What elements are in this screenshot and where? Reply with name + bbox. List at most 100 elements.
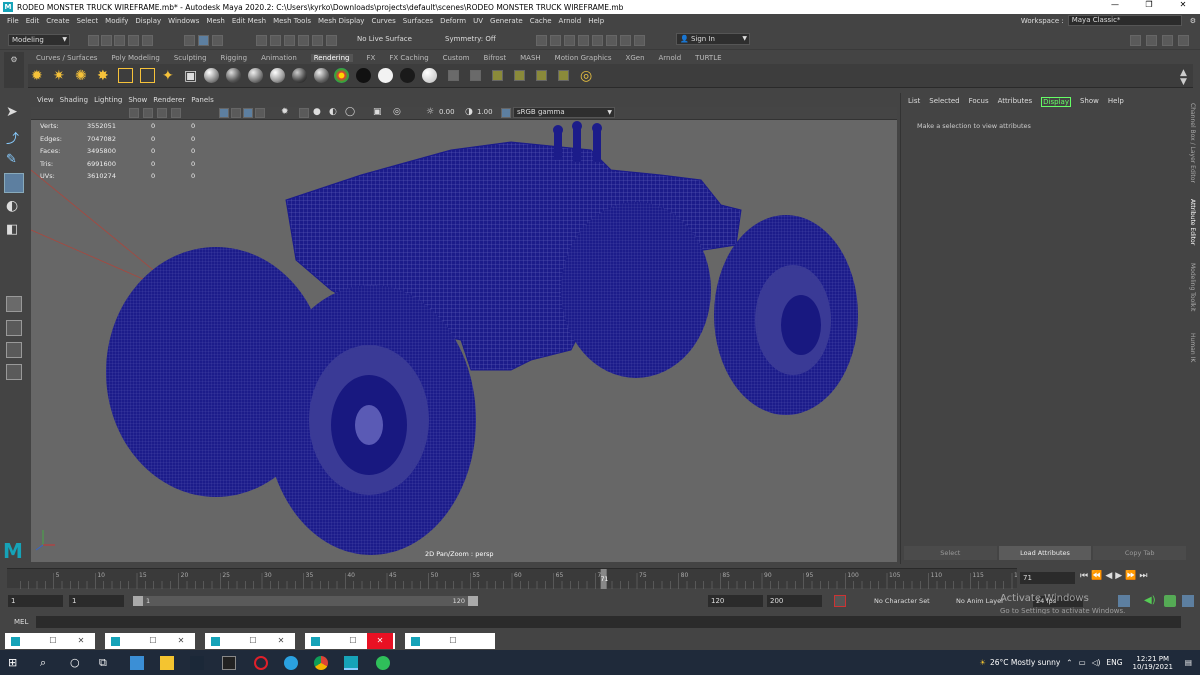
shelf-tab-animation[interactable]: Animation xyxy=(261,54,297,62)
menu-surfaces[interactable]: Surfaces xyxy=(403,17,433,25)
volume-icon[interactable]: ◁) xyxy=(1092,658,1101,667)
area-light-icon[interactable] xyxy=(118,68,133,83)
tool-settings-icon[interactable] xyxy=(1162,35,1173,46)
minimized-window[interactable]: ☐ ✕ xyxy=(5,633,95,649)
menu-deform[interactable]: Deform xyxy=(440,17,466,25)
side-tab-human-ik[interactable]: Human IK xyxy=(1189,333,1196,362)
restore-icon[interactable]: ☐ xyxy=(247,635,259,647)
ipr-icon[interactable] xyxy=(470,70,481,81)
hypershade-shelf-icon[interactable] xyxy=(514,70,525,81)
maya-taskbar-icon[interactable] xyxy=(344,656,358,670)
menu-mesh-display[interactable]: Mesh Display xyxy=(318,17,364,25)
step-forward-icon[interactable]: ⏩ xyxy=(1125,571,1139,581)
shelf-tab-sculpting[interactable]: Sculpting xyxy=(174,54,207,62)
render-settings-shelf-icon[interactable] xyxy=(492,70,503,81)
maximize-button[interactable]: ❐ xyxy=(1132,0,1166,9)
menu-create[interactable]: Create xyxy=(46,17,69,25)
xbox-icon[interactable] xyxy=(376,656,390,670)
phong-material-icon[interactable] xyxy=(248,68,263,83)
menu-mesh-tools[interactable]: Mesh Tools xyxy=(273,17,311,25)
lasso-tool-icon[interactable]: ⤴ xyxy=(6,128,22,147)
persp-outliner-layout-icon[interactable] xyxy=(6,342,22,358)
close-icon[interactable]: ✕ xyxy=(75,635,87,647)
exposure-icon[interactable]: ☼ xyxy=(426,107,434,117)
select-tool-icon[interactable]: ➤ xyxy=(6,104,22,120)
close-button[interactable]: ✕ xyxy=(1166,0,1200,9)
use-background-icon[interactable] xyxy=(378,68,393,83)
opera-icon[interactable] xyxy=(254,656,268,670)
motion-blur-icon[interactable]: ◐ xyxy=(329,107,337,117)
restore-icon[interactable]: ☐ xyxy=(347,635,359,647)
outliner-icon[interactable] xyxy=(6,364,22,380)
clock[interactable]: 12:21 PM 10/19/2021 xyxy=(1133,655,1173,671)
shelf-tab-fx-caching[interactable]: FX Caching xyxy=(389,54,428,62)
perspective-viewport[interactable] xyxy=(31,120,897,562)
current-frame-field[interactable]: 71 xyxy=(1020,572,1075,584)
isolate-select-icon[interactable]: ▣ xyxy=(373,107,382,117)
wireframe-icon[interactable] xyxy=(219,108,229,118)
select-button[interactable]: Select xyxy=(904,546,997,560)
sign-in-select[interactable]: 👤 Sign In ▼ xyxy=(676,33,750,45)
move-tool-icon[interactable] xyxy=(4,173,24,193)
time-slider[interactable]: 5101520253035404550556065707580859095100… xyxy=(7,568,1026,589)
side-tab-channel-box[interactable]: Channel Box / Layer Editor xyxy=(1189,103,1196,183)
menu-cache[interactable]: Cache xyxy=(530,17,552,25)
weather-text[interactable]: 26°C Mostly sunny xyxy=(990,658,1060,667)
snap-curve-icon[interactable] xyxy=(270,35,281,46)
shading-ball-icon[interactable] xyxy=(422,68,437,83)
ambient-occlusion-icon[interactable]: ● xyxy=(313,107,321,117)
camera-light-icon[interactable]: ✦ xyxy=(162,68,174,84)
volume-light-icon[interactable] xyxy=(140,68,155,83)
shelf-tab-custom[interactable]: Custom xyxy=(443,54,470,62)
attr-menu-focus[interactable]: Focus xyxy=(969,97,989,107)
shelf-tab-xgen[interactable]: XGen xyxy=(626,54,645,62)
select-object-icon[interactable] xyxy=(198,35,209,46)
menu-edit-mesh[interactable]: Edit Mesh xyxy=(232,17,266,25)
viewport-menu-view[interactable]: View xyxy=(37,96,54,107)
chrome-icon[interactable] xyxy=(314,656,328,670)
workspace-select[interactable]: Maya Classic* xyxy=(1067,15,1182,26)
target-icon[interactable]: ◎ xyxy=(580,68,592,84)
pause-icon[interactable] xyxy=(620,35,631,46)
menu-windows[interactable]: Windows xyxy=(168,17,199,25)
side-tab-attribute-editor[interactable]: Attribute Editor xyxy=(1189,199,1196,245)
snap-surface-icon[interactable] xyxy=(312,35,323,46)
menu-edit[interactable]: Edit xyxy=(26,17,40,25)
select-hierarchy-icon[interactable] xyxy=(184,35,195,46)
attr-menu-display[interactable]: Display xyxy=(1041,97,1071,107)
shelf-tab-turtle[interactable]: TURTLE xyxy=(695,54,721,62)
start-time-field[interactable]: 1 xyxy=(8,595,63,607)
minimized-window[interactable]: ☐ xyxy=(405,633,495,649)
channel-box-icon[interactable] xyxy=(1178,35,1189,46)
surface-shader-icon[interactable] xyxy=(356,68,371,83)
viewport-menu-shading[interactable]: Shading xyxy=(60,96,88,107)
shelf-tab-fx[interactable]: FX xyxy=(367,54,376,62)
auto-key-icon[interactable] xyxy=(834,595,846,607)
copy-tab-button[interactable]: Copy Tab xyxy=(1093,546,1187,560)
attr-menu-attributes[interactable]: Attributes xyxy=(998,97,1033,107)
menu-uv[interactable]: UV xyxy=(473,17,483,25)
gamma-field[interactable]: 1.00 xyxy=(477,108,493,116)
snap-live-icon[interactable] xyxy=(326,35,337,46)
shelf-tab-rigging[interactable]: Rigging xyxy=(221,54,248,62)
menu-file[interactable]: File xyxy=(7,17,19,25)
image-plane-icon[interactable] xyxy=(157,108,167,118)
viewport-menu-lighting[interactable]: Lighting xyxy=(94,96,122,107)
load-attributes-button[interactable]: Load Attributes xyxy=(998,546,1092,560)
redo-icon[interactable] xyxy=(142,35,153,46)
close-icon[interactable]: ✕ xyxy=(175,635,187,647)
snap-point-icon[interactable] xyxy=(284,35,295,46)
loop-icon[interactable] xyxy=(1164,595,1176,607)
range-slider-end-handle[interactable] xyxy=(468,596,478,606)
phonge-material-icon[interactable] xyxy=(270,68,285,83)
render-current-frame-icon[interactable] xyxy=(448,70,459,81)
playback-options-icon[interactable] xyxy=(1182,595,1194,607)
restore-icon[interactable]: ☐ xyxy=(447,635,459,647)
render-icon[interactable] xyxy=(536,35,547,46)
step-back-key-icon[interactable]: ⏪ xyxy=(1091,571,1105,581)
minimized-window[interactable]: ☐ ✕ xyxy=(205,633,295,649)
sound-icon[interactable]: ◀) xyxy=(1144,595,1156,606)
windows-start-icon[interactable]: ⊞ xyxy=(8,656,22,670)
ramp-shader-icon[interactable] xyxy=(334,68,349,83)
attr-menu-list[interactable]: List xyxy=(908,97,920,107)
